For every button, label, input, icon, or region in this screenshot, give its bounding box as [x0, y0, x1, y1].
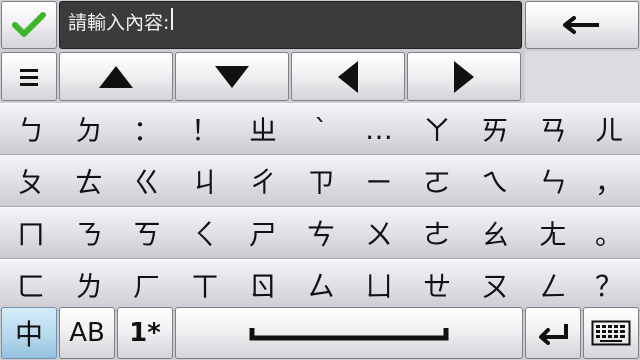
key[interactable]: ㄨ: [350, 208, 408, 258]
key[interactable]: ！: [176, 104, 234, 154]
key[interactable]: ：: [118, 104, 176, 154]
key[interactable]: …: [350, 104, 408, 154]
key[interactable]: ㄅ: [2, 104, 60, 154]
key[interactable]: ㄞ: [466, 104, 524, 154]
key-row-1: ㄅ ㄉ ： ！ ㄓ ˋ … ㄚ ㄞ ㄢ ㄦ: [0, 103, 640, 155]
confirm-button[interactable]: [1, 1, 57, 49]
key[interactable]: ㄆ: [2, 156, 60, 206]
text-cursor: [171, 8, 174, 30]
down-arrow-icon: [215, 65, 249, 88]
key-row-2: ㄆ ㄊ ㄍ ㄐ ㄔ ㄗ ㄧ ㄛ ㄟ ㄣ ，: [0, 155, 640, 207]
key[interactable]: ㄡ: [466, 260, 524, 310]
chinese-mode-button[interactable]: 中: [1, 307, 57, 359]
alpha-mode-button[interactable]: AB: [59, 307, 115, 359]
enter-button[interactable]: [525, 307, 581, 359]
key[interactable]: ㄗ: [292, 156, 350, 206]
cursor-down-button[interactable]: [175, 52, 289, 101]
cursor-right-button[interactable]: [407, 52, 521, 101]
key[interactable]: ㄑ: [176, 208, 234, 258]
key[interactable]: ㄠ: [466, 208, 524, 258]
key[interactable]: ㄔ: [234, 156, 292, 206]
key[interactable]: ㄖ: [234, 260, 292, 310]
menu-icon: [20, 68, 38, 86]
chinese-mode-label: 中: [14, 318, 43, 351]
key[interactable]: ㄙ: [292, 260, 350, 310]
key[interactable]: ㄣ: [524, 156, 582, 206]
key[interactable]: ㄤ: [524, 208, 582, 258]
numeric-mode-button[interactable]: 1*: [117, 307, 173, 359]
key[interactable]: ㄒ: [176, 260, 234, 310]
key[interactable]: ㄉ: [60, 104, 118, 154]
key[interactable]: ㄕ: [234, 208, 292, 258]
key[interactable]: ㄎ: [118, 208, 176, 258]
key[interactable]: ㄈ: [2, 260, 60, 310]
input-prompt: 請輸入內容:: [68, 12, 170, 34]
numeric-mode-label: 1*: [129, 318, 161, 348]
backspace-button[interactable]: [525, 1, 639, 49]
key[interactable]: ㄛ: [408, 156, 466, 206]
key[interactable]: ㄊ: [60, 156, 118, 206]
check-icon: [12, 12, 46, 37]
keyboard-switch-button[interactable]: [583, 307, 639, 359]
key[interactable]: ㄝ: [408, 260, 466, 310]
key[interactable]: ㄋ: [60, 208, 118, 258]
up-arrow-icon: [99, 65, 133, 88]
key[interactable]: ㄟ: [466, 156, 524, 206]
key[interactable]: ㄘ: [292, 208, 350, 258]
key[interactable]: ㄩ: [350, 260, 408, 310]
key-row-4: ㄈ ㄌ ㄏ ㄒ ㄖ ㄙ ㄩ ㄝ ㄡ ㄥ ？: [0, 259, 640, 311]
alpha-mode-label: AB: [69, 318, 105, 348]
left-arrow-icon: [338, 60, 358, 93]
arrow-left-icon: [563, 16, 599, 34]
key[interactable]: ？: [580, 260, 638, 310]
enter-icon: [539, 324, 568, 345]
key[interactable]: ㄢ: [524, 104, 582, 154]
right-arrow-icon: [454, 60, 474, 93]
key[interactable]: ㄧ: [350, 156, 408, 206]
key[interactable]: ㄐ: [176, 156, 234, 206]
cursor-up-button[interactable]: [59, 52, 173, 101]
key[interactable]: 。: [580, 208, 638, 258]
key[interactable]: ㄜ: [408, 208, 466, 258]
key[interactable]: ㄚ: [408, 104, 466, 154]
key[interactable]: ㄥ: [524, 260, 582, 310]
key[interactable]: ㄌ: [60, 260, 118, 310]
nav-row-empty-slot: [525, 51, 640, 103]
key[interactable]: ㄏ: [118, 260, 176, 310]
menu-button[interactable]: [1, 52, 57, 101]
key[interactable]: ㄇ: [2, 208, 60, 258]
key[interactable]: ，: [580, 156, 638, 206]
cursor-left-button[interactable]: [291, 52, 405, 101]
space-bar-icon: [249, 328, 449, 341]
key-row-3: ㄇ ㄋ ㄎ ㄑ ㄕ ㄘ ㄨ ㄜ ㄠ ㄤ 。: [0, 207, 640, 259]
key[interactable]: ˋ: [292, 104, 350, 154]
key[interactable]: ㄦ: [580, 104, 638, 154]
key[interactable]: ㄍ: [118, 156, 176, 206]
text-input[interactable]: 請輸入內容:: [59, 1, 522, 49]
space-button[interactable]: [175, 307, 523, 359]
key[interactable]: ㄓ: [234, 104, 292, 154]
keyboard-icon: [591, 320, 631, 346]
